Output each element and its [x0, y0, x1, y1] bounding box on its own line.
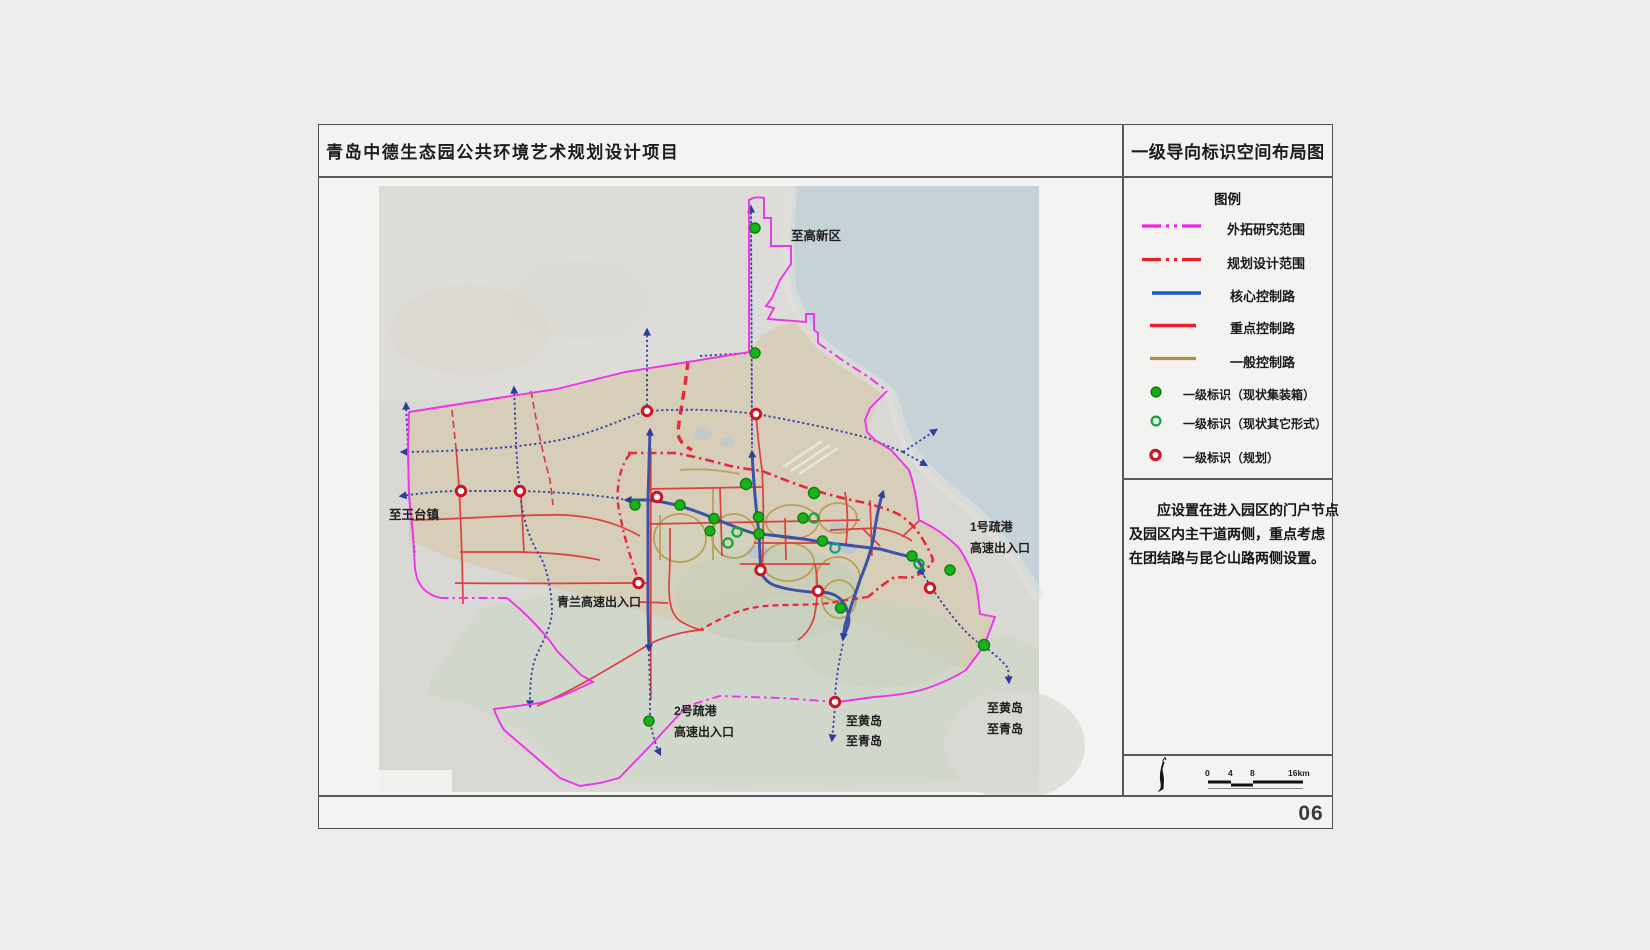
svg-text:2号疏港: 2号疏港 — [674, 703, 718, 718]
svg-text:至黄岛: 至黄岛 — [987, 700, 1023, 715]
svg-text:1号疏港: 1号疏港 — [970, 519, 1014, 534]
svg-text:至王台镇: 至王台镇 — [389, 507, 440, 522]
svg-text:至黄岛: 至黄岛 — [846, 713, 882, 728]
svg-text:高速出入口: 高速出入口 — [674, 724, 734, 739]
svg-text:青兰高速出入口: 青兰高速出入口 — [557, 594, 641, 609]
svg-text:至青岛: 至青岛 — [846, 733, 882, 748]
svg-text:至高新区: 至高新区 — [791, 228, 842, 243]
svg-text:高速出入口: 高速出入口 — [970, 540, 1030, 555]
svg-text:至青岛: 至青岛 — [987, 721, 1023, 736]
